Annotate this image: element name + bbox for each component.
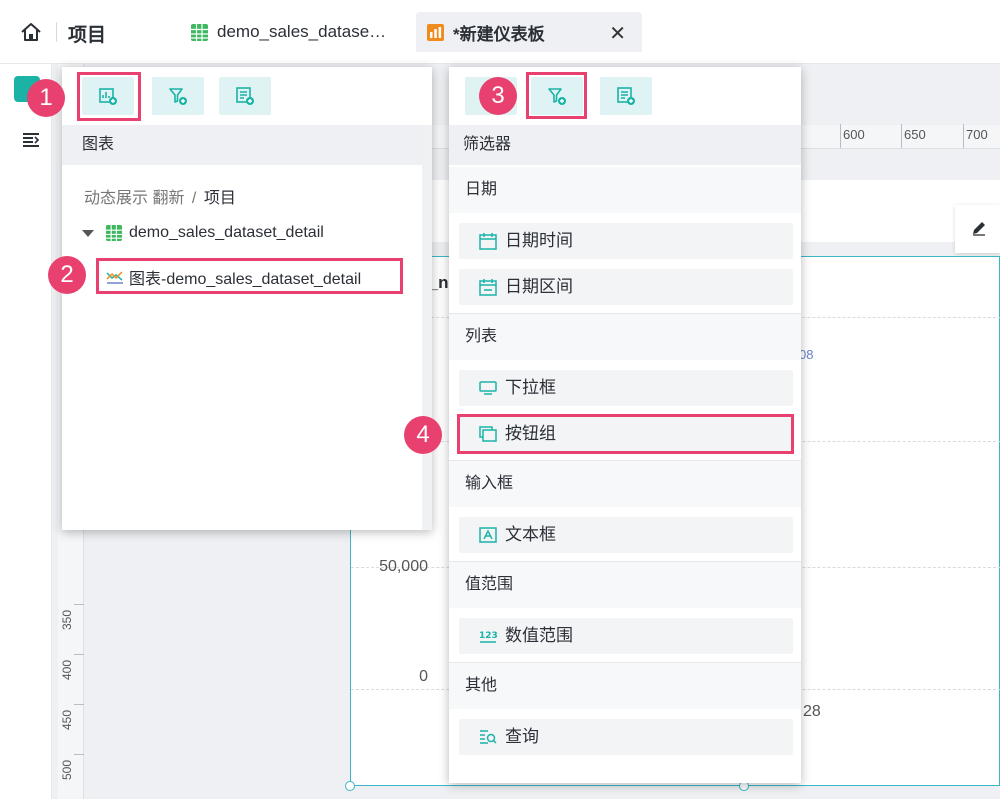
edit-button[interactable] [955,205,1000,253]
filter-dropdown[interactable]: 下拉框 [459,370,793,406]
ruler-label: 350 [60,609,74,630]
breadcrumb-current: 项目 [203,190,236,207]
table-icon [105,224,123,242]
caret-down-icon[interactable] [82,229,94,237]
breadcrumb: 动态展示 翻新 / 项目 [84,184,236,208]
item-label: 数值范围 [505,626,573,645]
breadcrumb-root[interactable]: 动态展示 翻新 [84,190,184,207]
x-label-fragment: 28 [803,703,821,720]
filter-textbox[interactable]: 文本框 [459,517,793,553]
chart-picker-panel: 图表 动态展示 翻新 / 项目 demo_sales_dataset_detai… [62,67,432,530]
step-badge: 3 [479,77,517,115]
panel-heading: 筛选器 [449,125,801,165]
outline-icon[interactable] [22,132,40,148]
item-label: 查询 [505,727,539,746]
top-bar: 项目 demo_sales_datase… *新建仪表板 ✕ [0,0,1000,64]
filter-number-range[interactable]: 123 数值范围 [459,618,793,654]
y-axis-label: 0 [419,668,428,685]
filter-add-icon [169,88,187,105]
dataset-name: demo_sales_dataset_detail [129,224,324,241]
item-label: 日期区间 [505,277,573,296]
ruler-label: 500 [60,759,74,780]
calendar-icon [479,233,497,250]
textbox-icon [479,527,497,543]
tree-dataset-row[interactable]: demo_sales_dataset_detail [82,224,324,242]
tab-label: demo_sales_datase… [217,22,387,41]
scrollbar[interactable] [422,125,432,530]
dropdown-icon [479,381,497,395]
component-add-icon [617,87,635,105]
item-label: 文本框 [505,525,556,544]
section-range: 值范围 [449,562,801,608]
step-badge: 4 [404,416,442,454]
item-label: 下拉框 [505,378,556,397]
section-list: 列表 [449,314,801,360]
filter-datetime[interactable]: 日期时间 [459,223,793,259]
tab-dataset[interactable]: demo_sales_datase… [190,12,402,52]
svg-text:123: 123 [479,631,497,641]
highlight-box [96,258,403,294]
highlight-box [457,414,794,454]
dashboard-icon [427,23,444,41]
section-date: 日期 [449,167,801,213]
breadcrumb-separator: / [191,190,197,207]
table-icon [191,23,208,41]
highlight-box [77,72,141,121]
step-badge: 1 [27,79,65,117]
filter-daterange[interactable]: 日期区间 [459,269,793,305]
calendar-range-icon [479,279,497,296]
ruler-label: 400 [60,659,74,680]
tab-label: *新建仪表板 [453,24,545,44]
close-icon[interactable]: ✕ [609,21,626,46]
y-axis-label: 50,000 [379,558,428,575]
section-other: 其他 [449,663,801,709]
separator [56,22,57,42]
item-label: 日期时间 [505,231,573,250]
ruler-label: 450 [60,709,74,730]
ruler-label: 650 [904,127,926,142]
section-input: 输入框 [449,461,801,507]
left-rail [0,64,52,799]
filter-picker-panel: 筛选器 日期 日期时间 日期区间 列表 下拉框 按钮组 输入框 文本框 值范围 … [449,67,801,783]
highlight-box [526,72,587,119]
home-icon[interactable] [20,22,42,42]
panel-heading: 图表 [62,125,432,165]
pencil-icon [973,222,985,236]
data-label-fragment: 08 [799,347,814,362]
add-component-button[interactable] [219,77,271,115]
step-badge: 2 [48,256,86,294]
project-title[interactable]: 项目 [68,20,106,47]
component-add-icon [236,87,254,105]
add-component-button[interactable] [600,77,652,115]
query-icon [480,730,497,744]
filter-query[interactable]: 查询 [459,719,793,755]
add-filter-button[interactable] [152,77,204,115]
ruler-label: 600 [843,127,865,142]
number-icon: 123 [479,631,497,643]
ruler-label: 700 [966,127,988,142]
resize-handle[interactable] [345,781,355,791]
tab-dashboard[interactable]: *新建仪表板 ✕ [416,12,642,52]
